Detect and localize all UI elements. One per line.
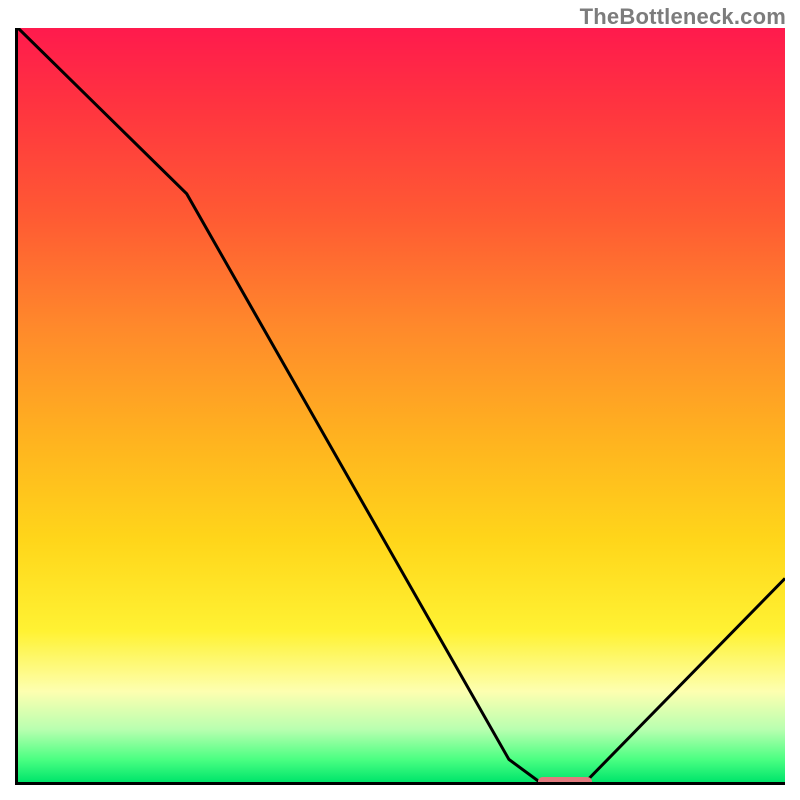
minimum-marker — [538, 777, 592, 785]
bottleneck-curve-path — [18, 28, 785, 782]
curve-svg — [18, 28, 785, 782]
plot-area — [15, 28, 785, 785]
chart-root: TheBottleneck.com — [0, 0, 800, 800]
watermark-text: TheBottleneck.com — [580, 4, 786, 30]
